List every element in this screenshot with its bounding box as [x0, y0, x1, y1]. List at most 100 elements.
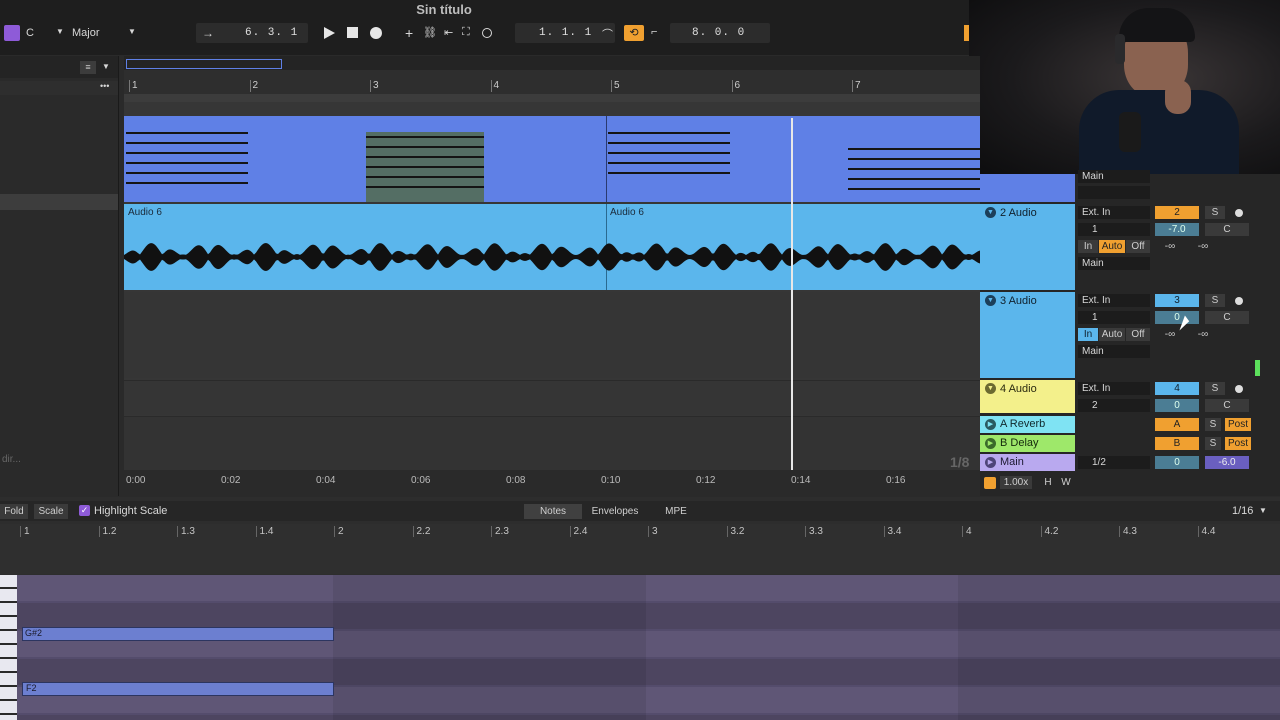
scale-select[interactable]: Major [72, 27, 100, 39]
track2-fold-icon[interactable]: ▼ [985, 207, 996, 218]
loop-bar[interactable] [124, 94, 980, 102]
track3-solo[interactable]: S [1205, 294, 1225, 307]
track4-number[interactable]: 4 [1155, 382, 1199, 395]
width-button[interactable]: W [1058, 476, 1074, 489]
audio-track-lane[interactable]: Audio 6 Audio 6 [124, 204, 980, 290]
track3-lane[interactable] [124, 292, 980, 378]
track3-volume[interactable]: 0 [1155, 311, 1199, 324]
tab-envelopes[interactable]: Envelopes [586, 504, 644, 519]
key-select[interactable]: C [26, 27, 34, 39]
track3-name[interactable]: 3 Audio [1000, 295, 1037, 307]
highlight-scale-label[interactable]: Highlight Scale [94, 505, 167, 517]
track2-name[interactable]: 2 Audio [1000, 207, 1037, 219]
piano-keys[interactable] [0, 575, 17, 720]
return-a-post[interactable]: Post [1225, 418, 1251, 431]
track4-name[interactable]: 4 Audio [1000, 383, 1037, 395]
key-chevron-icon[interactable]: ▼ [56, 27, 64, 36]
track2-send-a[interactable]: -∞ [1155, 240, 1185, 253]
track3-fold-icon[interactable]: ▼ [985, 295, 996, 306]
track3-monitor-off[interactable]: Off [1126, 328, 1150, 341]
track2-volume[interactable]: -7.0 [1155, 223, 1199, 236]
add-icon[interactable]: + [405, 25, 413, 41]
return-b-post[interactable]: Post [1225, 437, 1251, 450]
track2-input[interactable]: Ext. In [1078, 206, 1150, 219]
main-name[interactable]: Main [1000, 456, 1024, 468]
loop-length[interactable]: 8. 0. 0 [692, 27, 745, 39]
track2-solo[interactable]: S [1205, 206, 1225, 219]
track2-monitor-auto[interactable]: Auto [1099, 240, 1125, 253]
search-hint[interactable]: dir... [2, 454, 21, 465]
arrangement-view[interactable]: 1 2 3 4 5 6 7 Audio 6 Audio 6 0:00 0:02 0:04 0:06… [124, 56, 980, 496]
main-play-icon[interactable]: ▶ [985, 457, 996, 468]
main-cue-select[interactable]: 1/2 [1078, 456, 1150, 469]
main-volume[interactable]: 0 [1155, 456, 1199, 469]
list-icon[interactable]: ≡ [80, 61, 96, 74]
track3-input[interactable]: Ext. In [1078, 294, 1150, 307]
tab-mpe[interactable]: MPE [650, 504, 702, 519]
panel-selected-row[interactable] [0, 194, 118, 210]
track2-monitor-off[interactable]: Off [1126, 240, 1150, 253]
height-button[interactable]: H [1040, 476, 1056, 489]
track1-output-select[interactable]: Main [1078, 170, 1150, 183]
track4-pan[interactable]: C [1205, 399, 1249, 412]
track4-solo[interactable]: S [1205, 382, 1225, 395]
return-a-name[interactable]: A Reverb [1000, 418, 1045, 430]
track2-channel[interactable]: 1 [1078, 223, 1150, 236]
track3-monitor-auto[interactable]: Auto [1099, 328, 1125, 341]
zoom-value[interactable]: 1.00x [1000, 476, 1032, 489]
link-icon[interactable]: ⛓ [423, 26, 437, 39]
record-icon[interactable] [370, 27, 382, 39]
time-ruler[interactable]: 0:00 0:02 0:04 0:06 0:08 0:10 0:12 0:14 0:16 [124, 470, 980, 496]
track3-send-b[interactable]: -∞ [1188, 328, 1218, 341]
follow-icon[interactable]: → [202, 26, 214, 40]
return-b-name[interactable]: B Delay [1000, 437, 1039, 449]
return-a-number[interactable]: A [1155, 418, 1199, 431]
track2-pan[interactable]: C [1205, 223, 1249, 236]
track3-channel[interactable]: 1 [1078, 311, 1150, 324]
track4-input[interactable]: Ext. In [1078, 382, 1150, 395]
return-lanes[interactable] [124, 416, 980, 473]
stop-icon[interactable] [347, 27, 358, 38]
back-icon[interactable]: ⇤ [444, 26, 453, 39]
scale-icon[interactable] [4, 25, 20, 41]
track3-output[interactable]: Main [1078, 345, 1150, 358]
loop-start[interactable]: 1. 1. 1 [539, 27, 592, 39]
track4-fold-icon[interactable]: ▼ [985, 383, 996, 394]
track2-send-b[interactable]: -∞ [1188, 240, 1218, 253]
track3-arm-icon[interactable] [1235, 297, 1243, 305]
overview-window[interactable] [126, 59, 282, 69]
note-g-sharp-2[interactable] [22, 627, 334, 641]
capture-icon[interactable]: ⛶ [462, 26, 470, 39]
midi-track-lane[interactable] [124, 116, 980, 202]
loop-icon[interactable]: ⟲ [624, 25, 644, 41]
track4-lane[interactable] [124, 380, 980, 415]
punch-in-icon[interactable]: ⌒ [602, 26, 613, 42]
grid-setting[interactable]: 1/16 [1232, 505, 1253, 517]
tab-notes[interactable]: Notes [524, 504, 582, 519]
return-b-number[interactable]: B [1155, 437, 1199, 450]
track2-number[interactable]: 2 [1155, 206, 1199, 219]
track2-monitor-in[interactable]: In [1078, 240, 1098, 253]
song-position[interactable]: 6. 3. 1 [245, 27, 298, 39]
track3-number[interactable]: 3 [1155, 294, 1199, 307]
track1-header[interactable] [980, 174, 1075, 202]
scale-chevron-icon[interactable]: ▼ [128, 27, 136, 36]
play-icon[interactable] [324, 27, 335, 39]
grid-chevron-icon[interactable]: ▼ [1259, 506, 1267, 515]
return-b-solo[interactable]: S [1205, 437, 1221, 450]
track3-pan[interactable]: C [1205, 311, 1249, 324]
fold-button[interactable]: Fold [0, 504, 28, 519]
track2-output[interactable]: Main [1078, 257, 1150, 270]
highlight-checkbox-icon[interactable]: ✓ [79, 505, 90, 516]
arrange-footer-icon[interactable] [984, 477, 996, 489]
track4-arm-icon[interactable] [1235, 385, 1243, 393]
main-pan[interactable]: -6.0 [1205, 456, 1249, 469]
return-a-solo[interactable]: S [1205, 418, 1221, 431]
track1-blank-field[interactable] [1078, 186, 1150, 199]
note-f2[interactable] [22, 682, 334, 696]
track4-volume[interactable]: 0 [1155, 399, 1199, 412]
more-icon[interactable]: ••• [100, 81, 109, 91]
beat-ruler[interactable]: 1 2 3 4 5 6 7 [124, 56, 980, 102]
track4-channel[interactable]: 2 [1078, 399, 1150, 412]
scale-button[interactable]: Scale [34, 504, 68, 519]
